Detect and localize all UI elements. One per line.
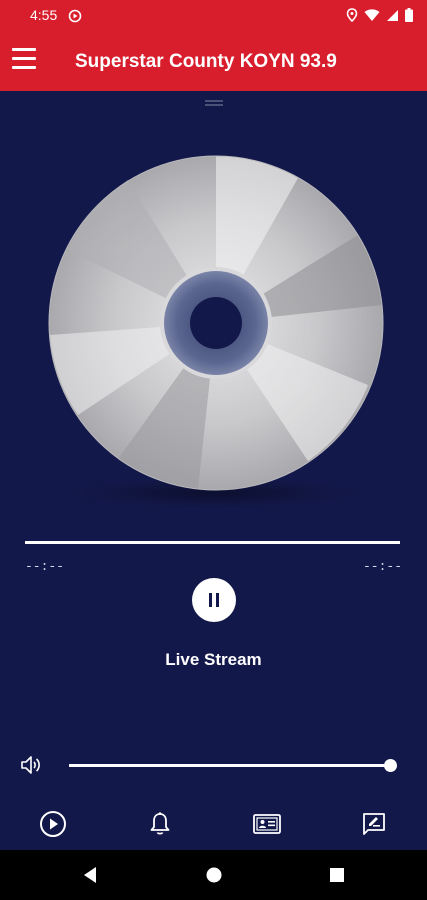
play-circle-icon: [68, 9, 82, 28]
app-title: Superstar County KOYN 93.9: [75, 51, 337, 72]
status-time: 4:55: [30, 7, 58, 23]
pause-button[interactable]: [192, 578, 236, 622]
app-bar: Superstar County KOYN 93.9: [0, 32, 427, 91]
elapsed-time: --:--: [25, 559, 65, 574]
track-title: Live Stream: [165, 650, 262, 669]
album-art-disc: [48, 155, 384, 491]
play-circle-icon[interactable]: [38, 809, 68, 839]
bell-icon[interactable]: [145, 809, 175, 839]
contact-card-icon[interactable]: [252, 809, 282, 839]
hamburger-menu-icon[interactable]: [12, 48, 36, 70]
pause-icon: [209, 593, 212, 607]
wifi-icon: [364, 8, 380, 27]
duration-time: --:--: [362, 559, 402, 574]
status-bar: 4:55: [0, 0, 427, 32]
signal-icon: [386, 9, 399, 27]
bottom-nav: [0, 800, 427, 850]
home-icon[interactable]: [205, 866, 223, 889]
location-icon: [346, 8, 358, 27]
feedback-icon[interactable]: [359, 809, 389, 839]
battery-icon: [405, 8, 413, 27]
volume-icon[interactable]: [20, 754, 44, 781]
system-nav-bar: [0, 850, 427, 900]
back-icon[interactable]: [82, 866, 98, 889]
drag-handle[interactable]: [205, 100, 223, 106]
volume-slider-thumb[interactable]: [384, 759, 397, 772]
volume-slider[interactable]: [69, 764, 389, 767]
progress-bar[interactable]: [25, 541, 400, 544]
recents-icon[interactable]: [329, 866, 345, 889]
